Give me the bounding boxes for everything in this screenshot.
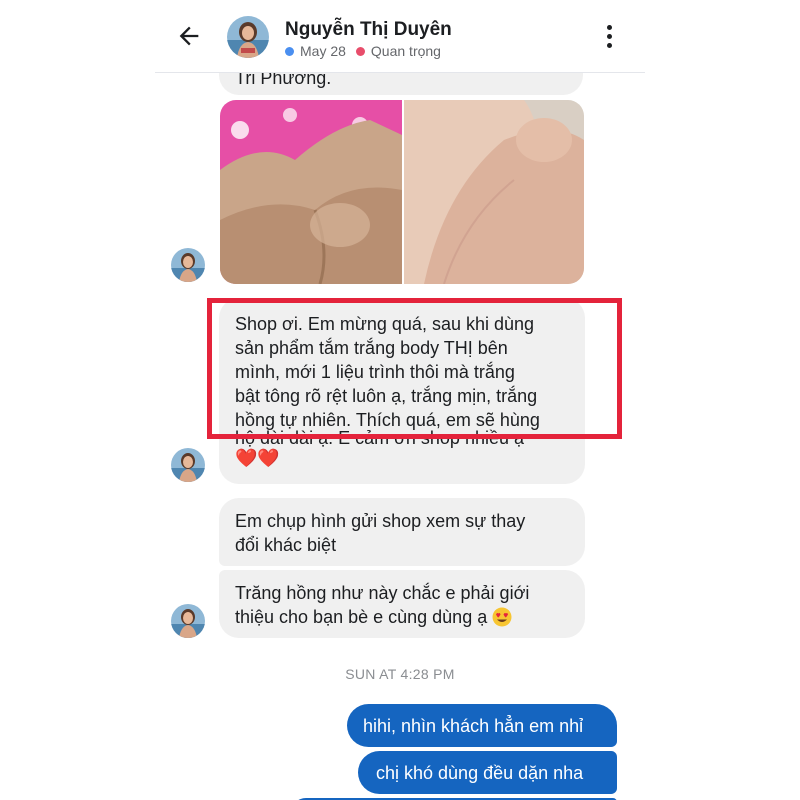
highlight-box bbox=[207, 298, 622, 439]
label-dot-icon bbox=[355, 47, 365, 56]
photo-before[interactable] bbox=[220, 100, 402, 284]
photo-after[interactable] bbox=[404, 100, 584, 284]
message-line-wrap: thiệu cho bạn bè e cùng dùng ạ bbox=[235, 605, 575, 629]
message-text: hihi, nhìn khách hẳn em nhỉ bbox=[363, 716, 584, 736]
contact-date: May 28 bbox=[300, 43, 346, 59]
contact-avatar[interactable] bbox=[227, 16, 269, 58]
more-vertical-icon[interactable] bbox=[601, 22, 617, 52]
back-arrow-icon[interactable] bbox=[175, 22, 203, 50]
contact-label: Quan trọng bbox=[370, 43, 441, 59]
message-line: thiệu cho bạn bè e cùng dùng ạ bbox=[235, 607, 488, 627]
message-line: đổi khác biệt bbox=[235, 535, 337, 555]
message-timestamp: SUN AT 4:28 PM bbox=[345, 666, 455, 682]
sent-message-bubble: hihi, nhìn khách hẳn em nhỉ bbox=[347, 704, 617, 747]
heart-eyes-emoji bbox=[492, 607, 512, 627]
contact-avatar-small[interactable] bbox=[171, 448, 205, 482]
contact-meta: May 28 Quan trọng bbox=[285, 43, 441, 59]
date-dot-icon bbox=[285, 47, 294, 56]
message-bubble: Trăng hồng như này chắc e phải giới thiệ… bbox=[219, 570, 585, 638]
sent-message-bubble: chị khó dùng đều dặn nha bbox=[358, 751, 617, 794]
message-line: Em chụp hình gửi shop xem sự thay bbox=[235, 511, 526, 531]
contact-avatar-small[interactable] bbox=[171, 604, 205, 638]
contact-avatar-small[interactable] bbox=[171, 248, 205, 282]
message-text: chị khó dùng đều dặn nha bbox=[376, 763, 584, 783]
contact-name[interactable]: Nguyễn Thị Duyên bbox=[285, 19, 452, 41]
chat-header: Nguyễn Thị Duyên May 28 Quan trọng bbox=[155, 0, 645, 73]
message-bubble: Em chụp hình gửi shop xem sự thay đổi kh… bbox=[219, 498, 585, 566]
message-line: Trăng hồng như này chắc e phải giới bbox=[235, 583, 530, 603]
